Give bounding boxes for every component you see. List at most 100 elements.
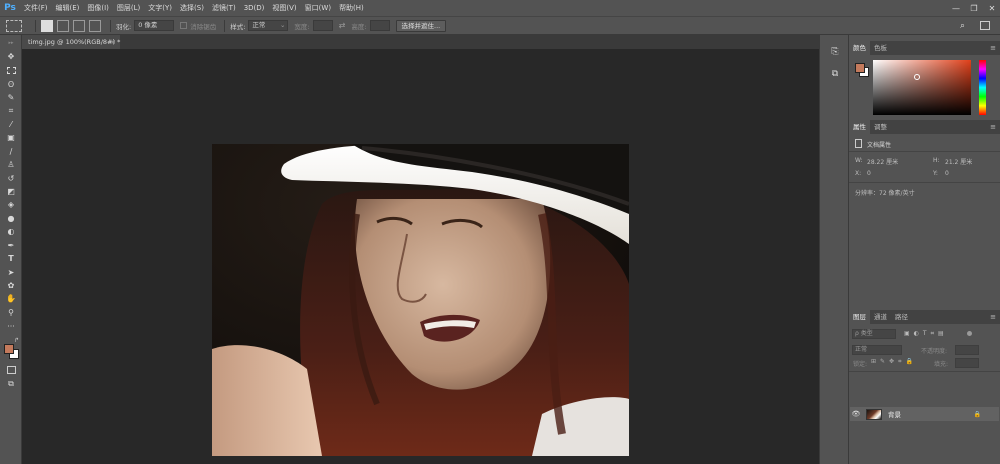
- menu-bar: Ps 文件(F) 编辑(E) 图像(I) 图层(L) 文字(Y) 选择(S) 滤…: [0, 0, 1000, 16]
- divider: [849, 151, 1000, 152]
- history-brush-icon[interactable]: ↺: [5, 173, 17, 184]
- filter-toggle[interactable]: [967, 331, 972, 336]
- minimize-button[interactable]: —: [948, 0, 964, 16]
- layer-filter-select[interactable]: ρ 类型: [852, 329, 896, 339]
- tab-swatches[interactable]: 色板: [870, 41, 891, 55]
- hand-icon[interactable]: ✋: [5, 293, 17, 304]
- add-selection-icon[interactable]: [57, 19, 69, 32]
- marquee-icon[interactable]: [5, 65, 17, 76]
- search-icon[interactable]: ⌕: [960, 21, 965, 31]
- photoshop-logo: Ps: [4, 3, 16, 13]
- swap-dimensions-icon[interactable]: ⇄: [339, 21, 346, 30]
- hue-slider[interactable]: [979, 60, 986, 115]
- crop-icon[interactable]: ⌗: [5, 105, 17, 116]
- blur-icon[interactable]: ●: [5, 213, 17, 224]
- menu-window[interactable]: 窗口(W): [301, 3, 335, 13]
- style-select[interactable]: 正常 ⌄: [248, 20, 289, 31]
- brush-icon[interactable]: ∕: [5, 146, 17, 157]
- document-image[interactable]: [212, 144, 629, 456]
- zoom-icon[interactable]: ⚲: [5, 307, 17, 318]
- menu-3d[interactable]: 3D(D): [240, 4, 269, 12]
- marquee-preset-icon[interactable]: [6, 19, 22, 32]
- subtract-selection-icon[interactable]: [73, 19, 85, 32]
- opacity-input[interactable]: [955, 345, 979, 355]
- layer-name: 背景: [888, 411, 901, 419]
- new-selection-icon[interactable]: [41, 19, 53, 32]
- height-label: 高度:: [351, 22, 367, 31]
- screen-mode-icon[interactable]: ⧉: [5, 378, 17, 389]
- panel-menu-icon[interactable]: ≡: [990, 41, 996, 55]
- eye-icon[interactable]: 👁: [850, 410, 862, 418]
- intersect-selection-icon[interactable]: [89, 19, 101, 32]
- select-and-mask-button[interactable]: 选择并遮住...: [395, 19, 447, 32]
- blend-mode-select[interactable]: 正常: [852, 345, 902, 355]
- y-value[interactable]: 0: [945, 170, 949, 177]
- stamp-icon[interactable]: ♙: [5, 159, 17, 170]
- panel-foreground-swatch[interactable]: [855, 63, 865, 73]
- style-select-value: 正常: [252, 21, 266, 29]
- eyedropper-icon[interactable]: ⁄: [5, 119, 17, 130]
- width-input[interactable]: [312, 20, 333, 31]
- properties-panel-tabs: 属性 调整 ≡: [849, 120, 1000, 134]
- feather-input[interactable]: 0 像素: [134, 20, 175, 31]
- close-tab-icon[interactable]: ×: [111, 35, 116, 49]
- dodge-icon[interactable]: ◐: [5, 226, 17, 237]
- menu-edit[interactable]: 编辑(E): [52, 3, 84, 13]
- color-picker-field[interactable]: [873, 60, 971, 115]
- workspace-icon[interactable]: [980, 21, 990, 30]
- width-value[interactable]: 28.22 厘米: [867, 157, 898, 166]
- document-tab[interactable]: timg.jpg @ 100%(RGB/8#) * ×: [22, 35, 120, 49]
- divider: [849, 371, 1000, 372]
- menu-image[interactable]: 图像(I): [83, 3, 113, 13]
- menu-help[interactable]: 帮助(H): [335, 3, 368, 13]
- history-panel-icon[interactable]: ⎘: [828, 45, 842, 59]
- menu-view[interactable]: 视图(V): [268, 3, 300, 13]
- paint-bucket-icon[interactable]: ◈: [5, 199, 17, 210]
- lasso-icon[interactable]: ʘ: [5, 79, 17, 90]
- fill-input[interactable]: [955, 358, 979, 368]
- swap-colors-icon[interactable]: ↱: [14, 337, 19, 344]
- eraser-icon[interactable]: ◩: [5, 186, 17, 197]
- document-tab-label: timg.jpg @ 100%(RGB/8#) *: [28, 38, 121, 46]
- restore-button[interactable]: ❐: [966, 0, 982, 16]
- panel-menu-icon[interactable]: ≡: [990, 310, 996, 324]
- tab-paths[interactable]: 路径: [891, 310, 912, 324]
- height-value[interactable]: 21.2 厘米: [945, 157, 972, 166]
- panel-menu-icon[interactable]: ≡: [990, 120, 996, 134]
- tab-color[interactable]: 颜色: [849, 41, 870, 55]
- separator: [224, 19, 226, 32]
- tab-properties[interactable]: 属性: [849, 120, 870, 134]
- antialias-checkbox[interactable]: [180, 22, 188, 29]
- layer-row-background[interactable]: 👁 背景 🔒: [850, 407, 999, 421]
- separator: [35, 19, 36, 32]
- quick-select-icon[interactable]: ✎: [5, 92, 17, 103]
- tab-channels[interactable]: 通道: [870, 310, 891, 324]
- properties-panel-icon[interactable]: ⧉: [828, 67, 842, 81]
- height-input[interactable]: [369, 20, 390, 31]
- menu-filter[interactable]: 滤镜(T): [208, 3, 240, 13]
- move-icon[interactable]: ✥: [5, 51, 17, 62]
- quick-mask-icon[interactable]: [5, 364, 17, 375]
- menu-layer[interactable]: 图层(L): [113, 3, 144, 13]
- healing-brush-icon[interactable]: ▣: [5, 132, 17, 143]
- menu-type[interactable]: 文字(Y): [144, 3, 176, 13]
- path-select-icon[interactable]: ➤: [5, 267, 17, 278]
- type-icon[interactable]: T: [5, 253, 17, 264]
- menu-select[interactable]: 选择(S): [176, 3, 208, 13]
- tab-adjustments[interactable]: 调整: [870, 120, 891, 134]
- menu-file[interactable]: 文件(F): [20, 3, 52, 13]
- right-panels: 颜色 色板 ≡ 属性 调整 ≡ 文档属性 W: 28.22 厘米 H: 21.2…: [849, 35, 1000, 464]
- x-value[interactable]: 0: [867, 170, 871, 177]
- more-tools-icon[interactable]: ···: [5, 321, 17, 332]
- foreground-color-swatch[interactable]: [4, 344, 14, 354]
- document-icon: [855, 139, 862, 148]
- tab-layers[interactable]: 图层: [849, 310, 870, 324]
- layers-panel-tabs: 图层 通道 路径 ≡: [849, 310, 1000, 324]
- width-label: W:: [855, 157, 863, 164]
- shape-icon[interactable]: ✿: [5, 280, 17, 291]
- close-button[interactable]: ✕: [984, 0, 1000, 16]
- lock-icons[interactable]: ⊞✎✥⌗🔒: [871, 358, 917, 366]
- pen-icon[interactable]: ✒: [5, 240, 17, 251]
- layer-thumbnail: [866, 408, 882, 420]
- toolbar-grip[interactable]: ▸▸: [5, 37, 17, 48]
